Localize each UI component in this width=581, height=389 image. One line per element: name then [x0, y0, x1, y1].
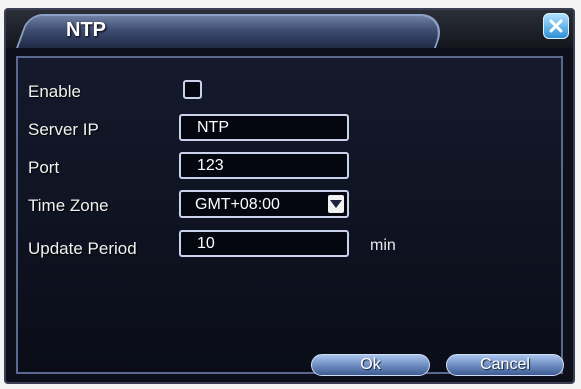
- time-zone-value: GMT+08:00: [195, 196, 280, 213]
- port-label: Port: [28, 158, 60, 177]
- server-ip-input[interactable]: NTP: [179, 114, 349, 141]
- ok-button[interactable]: Ok: [311, 354, 430, 376]
- close-x-icon: [549, 19, 563, 33]
- time-zone-select[interactable]: GMT+08:00: [179, 190, 349, 218]
- dropdown-arrow[interactable]: [328, 195, 344, 213]
- chevron-down-icon: [330, 200, 342, 208]
- server-ip-label: Server IP: [28, 120, 99, 139]
- update-period-unit: min: [370, 237, 396, 254]
- title-bar: NTP: [6, 10, 573, 48]
- time-zone-label: Time Zone: [28, 196, 109, 215]
- update-period-input[interactable]: 10: [179, 230, 349, 257]
- close-button[interactable]: [543, 13, 569, 39]
- enable-checkbox[interactable]: [183, 80, 202, 99]
- screen: NTP Enable Server IP NTP Port 123 Time Z…: [0, 0, 581, 389]
- cancel-button[interactable]: Cancel: [446, 354, 564, 376]
- enable-label: Enable: [28, 82, 81, 101]
- ntp-dialog: NTP Enable Server IP NTP Port 123 Time Z…: [4, 8, 575, 384]
- dialog-title: NTP: [66, 19, 106, 41]
- port-input[interactable]: 123: [179, 152, 349, 179]
- update-period-label: Update Period: [28, 239, 137, 258]
